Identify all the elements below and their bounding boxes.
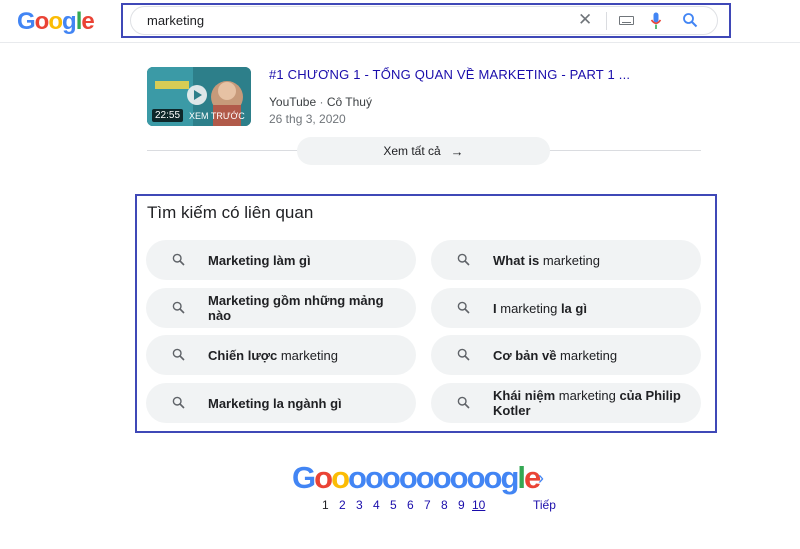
pagination-logo-letter: o: [364, 460, 384, 495]
video-preview-label: XEM TRƯỚC: [189, 111, 245, 121]
related-search-bold-part: Marketing gồm những mảng nào: [208, 293, 384, 323]
related-search-chip[interactable]: I marketing la gì: [431, 288, 701, 328]
pagination-logo-letter: G: [292, 460, 316, 495]
search-icon: [172, 396, 185, 409]
logo-letter: e: [81, 8, 94, 35]
search-icon: [457, 253, 470, 266]
arrow-right-icon: →: [450, 143, 464, 159]
related-search-chip[interactable]: Chiến lược marketing: [146, 335, 416, 375]
pagination-logo-letter: o: [432, 460, 452, 495]
video-thumbnail[interactable]: 22:55 XEM TRƯỚC: [147, 67, 251, 126]
video-duration: 22:55: [152, 109, 184, 122]
search-icon: [457, 348, 470, 361]
page-number-link[interactable]: 10: [472, 498, 485, 512]
page-number-link[interactable]: 5: [390, 498, 397, 512]
pagination-logo-letter: e: [524, 460, 541, 495]
related-search-text: Chiến lược marketing: [208, 335, 403, 375]
video-source: YouTube: [269, 95, 317, 109]
page-number-link[interactable]: 2: [339, 498, 346, 512]
video-date: 26 thg 3, 2020: [269, 112, 346, 126]
keyboard-icon[interactable]: [619, 16, 634, 25]
pagination-logo-letter: o: [381, 460, 401, 495]
related-search-bold-part: la gì: [560, 300, 587, 316]
pagination-logo-letter: o: [483, 460, 503, 495]
search-box[interactable]: marketing ✕: [130, 6, 718, 35]
clear-icon[interactable]: ✕: [578, 11, 592, 29]
header-bar: Google marketing ✕: [0, 0, 800, 43]
related-search-bold-part: What is: [493, 252, 540, 268]
search-icon[interactable]: [682, 12, 698, 28]
related-search-plain-part: marketing: [277, 347, 338, 363]
related-search-bold-part: Cơ bản về: [493, 347, 557, 363]
chevron-right-icon[interactable]: ›: [538, 468, 544, 489]
related-search-chip[interactable]: Marketing làm gì: [146, 240, 416, 280]
related-search-text: Marketing gồm những mảng nào: [208, 288, 403, 328]
google-logo[interactable]: Google: [17, 8, 95, 36]
search-input[interactable]: marketing: [147, 13, 204, 28]
related-search-text: What is marketing: [493, 240, 688, 280]
related-search-chip[interactable]: Khái niệm marketing của Philip Kotler: [431, 383, 701, 423]
pagination-logo-letter: o: [331, 460, 350, 495]
logo-letter: G: [17, 8, 36, 35]
searchbar-divider: [606, 12, 607, 30]
related-search-plain-part: marketing: [496, 300, 561, 316]
pagination-logo: Gooooooooooogle: [292, 460, 541, 496]
pagination-logo-letter: o: [398, 460, 418, 495]
logo-letter: o: [48, 8, 63, 35]
pagination-logo-letter: l: [517, 460, 526, 495]
page-number-link[interactable]: 6: [407, 498, 414, 512]
video-meta-separator: ·: [316, 95, 327, 109]
related-search-chip[interactable]: What is marketing: [431, 240, 701, 280]
search-icon: [172, 301, 185, 314]
related-search-plain-part: marketing: [556, 347, 618, 363]
related-search-chip[interactable]: Marketing gồm những mảng nào: [146, 288, 416, 328]
search-icon: [172, 253, 185, 266]
see-all-label: Xem tất cả: [383, 144, 441, 158]
pagination-logo-letter: o: [314, 460, 333, 495]
page-number-link: 1: [322, 498, 329, 512]
related-search-plain-part: marketing: [555, 388, 620, 403]
search-icon: [172, 348, 185, 361]
page-number-link[interactable]: 9: [458, 498, 465, 512]
video-title-link[interactable]: #1 CHƯƠNG 1 - TỔNG QUAN VỀ MARKETING - P…: [269, 67, 630, 82]
see-all-button[interactable]: Xem tất cả →: [297, 137, 550, 165]
logo-letter: g: [62, 8, 77, 35]
pagination-logo-letter: o: [466, 460, 486, 495]
logo-letter: o: [34, 8, 50, 35]
video-author: Cô Thuý: [326, 95, 372, 109]
microphone-icon[interactable]: [650, 12, 662, 30]
related-search-bold-part: Marketing la ngành gì: [208, 395, 342, 411]
related-search-text: Marketing la ngành gì: [208, 383, 403, 423]
search-icon: [457, 396, 470, 409]
pagination-logo-letter: g: [500, 460, 519, 495]
related-search-text: Cơ bản về marketing: [493, 335, 688, 375]
page-number-link[interactable]: 3: [356, 498, 363, 512]
search-icon: [457, 301, 470, 314]
video-meta: YouTube · Cô Thuý: [269, 95, 372, 109]
next-page-link[interactable]: Tiếp: [533, 498, 556, 512]
pagination-logo-letter: o: [449, 460, 469, 495]
pagination-logo-letter: o: [415, 460, 435, 495]
related-search-bold-part: Marketing làm gì: [208, 252, 311, 268]
page-number-link[interactable]: 8: [441, 498, 448, 512]
related-search-text: I marketing la gì: [493, 288, 688, 328]
related-search-bold-part: Chiến lược: [208, 347, 278, 363]
pagination-logo-letter: o: [348, 460, 367, 495]
related-search-plain-part: marketing: [539, 252, 600, 268]
related-search-chip[interactable]: Cơ bản về marketing: [431, 335, 701, 375]
related-search-text: Khái niệm marketing của Philip Kotler: [493, 383, 688, 423]
related-search-chip[interactable]: Marketing la ngành gì: [146, 383, 416, 423]
page-number-link[interactable]: 4: [373, 498, 380, 512]
related-searches-heading: Tìm kiếm có liên quan: [147, 203, 314, 222]
related-search-bold-part: Khái niệm: [493, 388, 556, 403]
page-number-link[interactable]: 7: [424, 498, 431, 512]
related-search-text: Marketing làm gì: [208, 240, 403, 280]
